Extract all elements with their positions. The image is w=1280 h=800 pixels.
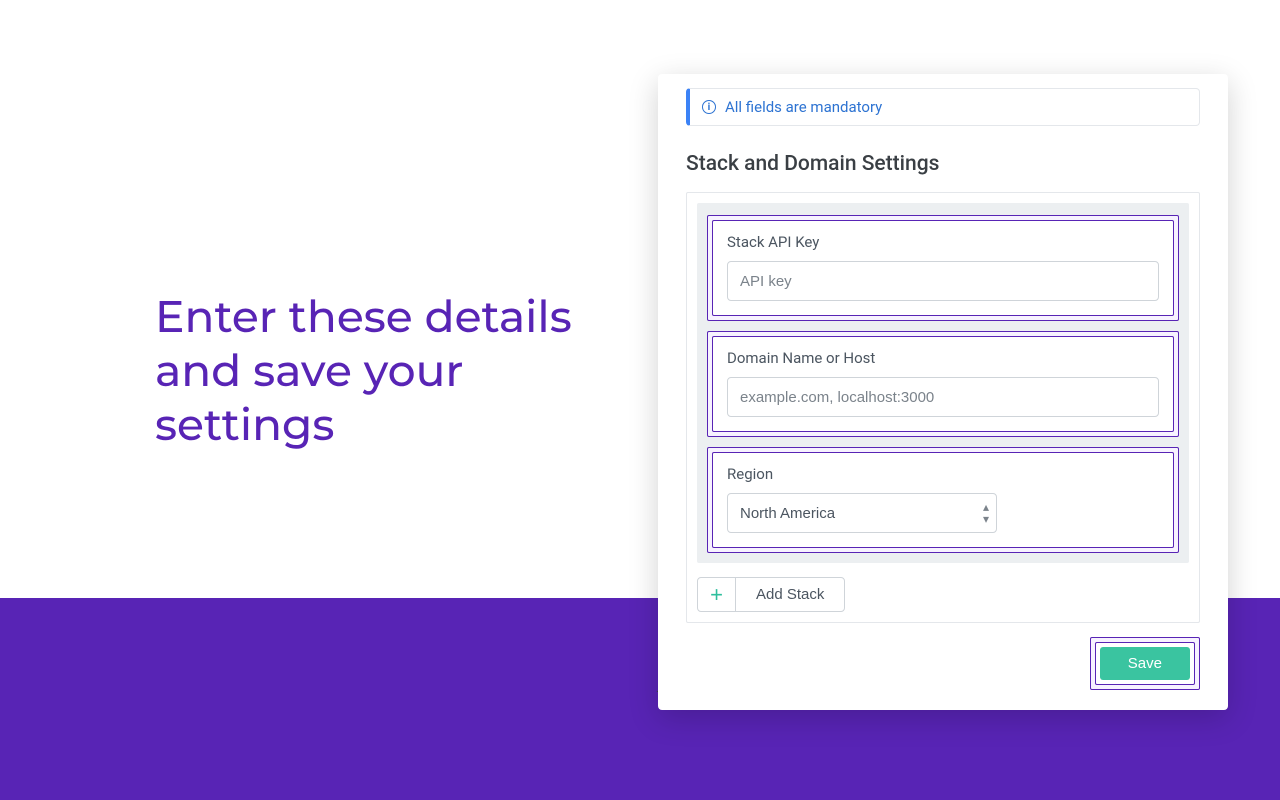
region-select[interactable]: North America [727, 493, 997, 533]
region-label: Region [727, 465, 1159, 483]
plus-icon: + [698, 578, 736, 611]
page-headline: Enter these details and save your settin… [155, 290, 595, 452]
add-stack-button[interactable]: + Add Stack [697, 577, 845, 612]
save-button[interactable]: Save [1100, 647, 1190, 680]
section-title: Stack and Domain Settings [686, 152, 1200, 176]
stack-group: Stack API Key Domain Name or Host Region… [697, 203, 1189, 563]
field-wrapper-domain: Domain Name or Host [707, 331, 1179, 437]
settings-card: i All fields are mandatory Stack and Dom… [658, 74, 1228, 710]
domain-label: Domain Name or Host [727, 349, 1159, 367]
add-stack-label: Add Stack [736, 578, 844, 611]
settings-panel: Stack API Key Domain Name or Host Region… [686, 192, 1200, 623]
field-wrapper-api-key: Stack API Key [707, 215, 1179, 321]
mandatory-alert: i All fields are mandatory [686, 88, 1200, 126]
stray-dot: . [656, 682, 659, 695]
domain-input[interactable] [727, 377, 1159, 417]
info-icon: i [702, 100, 716, 114]
alert-text: All fields are mandatory [725, 98, 882, 116]
api-key-label: Stack API Key [727, 233, 1159, 251]
api-key-input[interactable] [727, 261, 1159, 301]
field-wrapper-region: Region North America ▴▾ [707, 447, 1179, 553]
save-wrapper: Save [1090, 637, 1200, 690]
